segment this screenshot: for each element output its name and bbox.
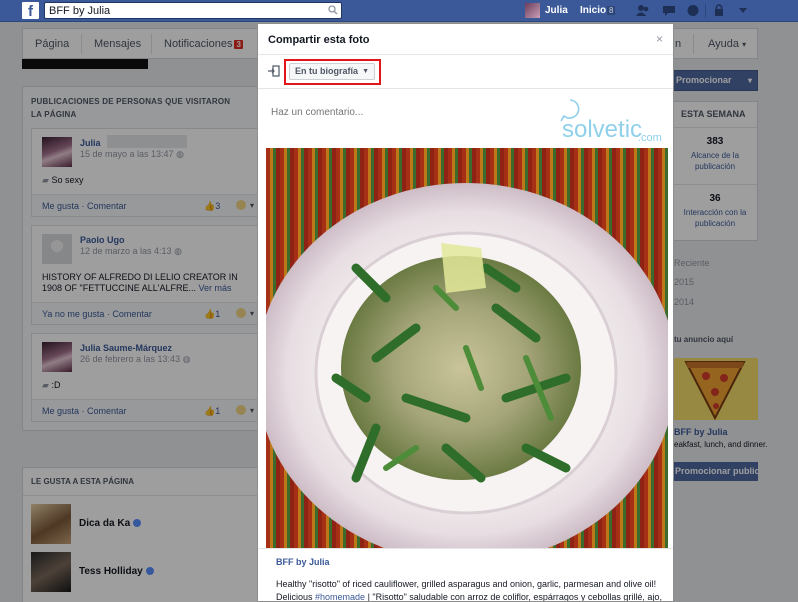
comment-input[interactable] xyxy=(271,107,531,118)
search-box[interactable] xyxy=(44,2,342,19)
privacy-lock-icon[interactable] xyxy=(712,4,726,17)
caption-line: | "Risotto" saludable con arroz de colif… xyxy=(365,592,662,602)
food-photo-image xyxy=(266,148,668,548)
search-icon[interactable] xyxy=(328,5,338,15)
caption-text: Healthy "risotto" of riced cauliflower, … xyxy=(276,578,671,602)
chevron-down-icon: ▼ xyxy=(362,68,369,75)
messages-icon[interactable] xyxy=(662,4,676,17)
notifications-icon[interactable] xyxy=(686,4,700,17)
solvetic-watermark-logo: solvetic .com xyxy=(560,99,662,144)
share-target-label: En tu biografía xyxy=(295,66,358,76)
top-bar: f Julia Inicio 8 xyxy=(0,0,798,22)
friend-requests-icon[interactable] xyxy=(636,4,650,17)
user-name-link[interactable]: Julia xyxy=(545,5,568,16)
watermark-suffix: .com xyxy=(638,132,662,144)
caption-line: Healthy "risotto" of riced cauliflower, … xyxy=(276,579,657,589)
home-count-badge: 8 xyxy=(607,6,616,15)
watermark-text: solvetic xyxy=(562,116,642,143)
share-target-row: En tu biografía ▼ xyxy=(258,56,673,89)
share-target-dropdown[interactable]: En tu biografía ▼ xyxy=(289,63,375,80)
caption-line: Delicious xyxy=(276,592,316,602)
dialog-header: Compartir esta foto × xyxy=(258,24,673,55)
home-link[interactable]: Inicio xyxy=(580,5,606,16)
close-icon[interactable]: × xyxy=(656,33,663,45)
shared-photo[interactable] xyxy=(266,148,668,548)
dialog-title: Compartir esta foto xyxy=(268,34,370,46)
hashtag-link[interactable]: #homemade xyxy=(315,592,365,601)
share-photo-dialog: Compartir esta foto × En tu biografía ▼ s… xyxy=(257,23,674,602)
photo-caption: BFF by Julia Healthy "risotto" of riced … xyxy=(258,548,673,602)
user-avatar[interactable] xyxy=(525,3,540,18)
divider xyxy=(705,4,706,18)
share-icon xyxy=(268,65,280,77)
settings-menu-icon[interactable] xyxy=(736,4,750,17)
caption-page-name[interactable]: BFF by Julia xyxy=(276,557,330,567)
facebook-logo-icon[interactable]: f xyxy=(22,2,39,20)
search-input[interactable] xyxy=(45,3,315,18)
